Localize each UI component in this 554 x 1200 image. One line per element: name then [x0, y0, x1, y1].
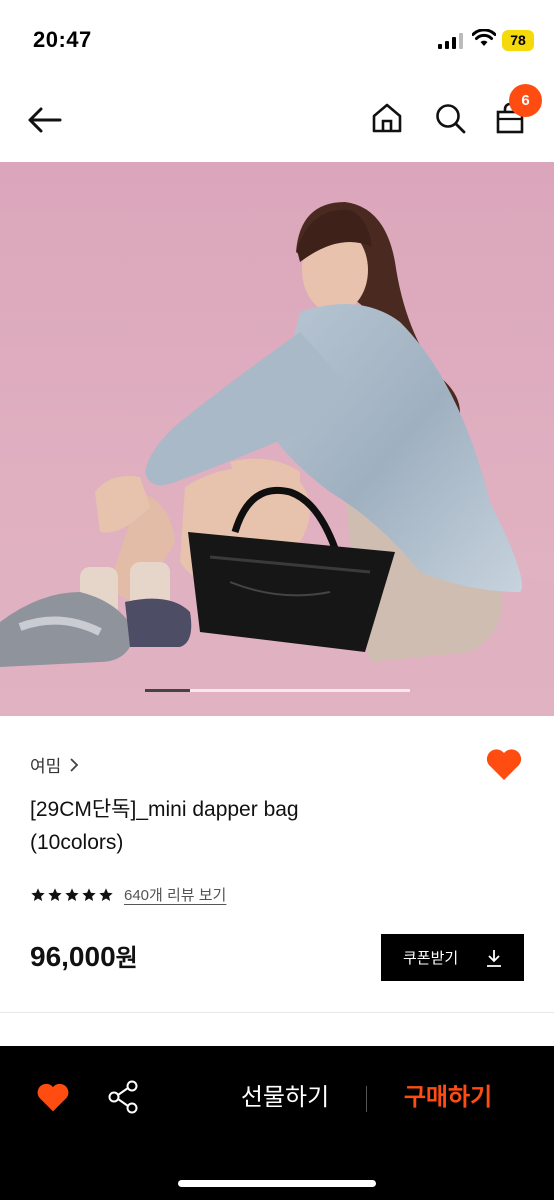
bottom-action-bar: 선물하기 구매하기 [0, 1046, 554, 1200]
share-icon [108, 1080, 138, 1114]
nav-bar [0, 80, 554, 162]
chevron-right-icon [70, 757, 79, 772]
product-photo [0, 162, 554, 716]
home-indicator[interactable] [178, 1180, 376, 1187]
product-title-line2: (10colors) [30, 831, 124, 854]
buy-button[interactable]: 구매하기 [388, 1078, 508, 1118]
share-button[interactable] [106, 1079, 142, 1115]
home-button[interactable] [365, 96, 409, 140]
coupon-button[interactable]: 쿠폰받기 [381, 934, 524, 981]
rating-row: 640개 리뷰 보기 [30, 884, 226, 905]
like-button[interactable] [484, 744, 524, 784]
heart-icon [486, 749, 522, 780]
battery-indicator: 78 [502, 30, 534, 51]
coupon-label: 쿠폰받기 [403, 950, 459, 967]
cart-count-badge: 6 [509, 84, 542, 117]
brand-link[interactable]: 여밈 [30, 752, 79, 777]
download-icon [487, 949, 501, 967]
search-button[interactable] [428, 96, 472, 140]
status-bar: 20:47 78 [0, 0, 554, 80]
star-icon [82, 887, 96, 901]
bottom-like-button[interactable] [35, 1079, 71, 1115]
carousel-progress [145, 689, 410, 692]
signal-icon [438, 33, 463, 49]
product-title: [29CM단독]_mini dapper bag (10colors) [30, 793, 450, 859]
review-link[interactable]: 640개 리뷰 보기 [124, 884, 226, 905]
search-icon [436, 104, 466, 134]
brand-name: 여밈 [30, 757, 62, 776]
price-value: 96,000 [30, 941, 116, 972]
star-icon [31, 887, 45, 901]
gift-button[interactable]: 선물하기 [225, 1078, 345, 1118]
wifi-icon [472, 29, 496, 46]
price-unit: 원 [115, 945, 138, 972]
star-icon [65, 887, 79, 901]
home-icon [372, 103, 402, 133]
star-icon [99, 887, 113, 901]
price: 96,000 원 [30, 938, 138, 973]
section-divider [0, 1012, 554, 1013]
bar-separator [366, 1086, 367, 1112]
arrow-left-icon [28, 107, 62, 133]
rating-stars [30, 887, 114, 903]
carousel-progress-fill [145, 689, 191, 692]
status-time: 20:47 [33, 27, 92, 52]
product-title-line1: [29CM단독]_mini dapper bag [30, 798, 299, 821]
star-icon [48, 887, 62, 901]
back-button[interactable] [22, 98, 66, 142]
product-image-carousel[interactable] [0, 162, 554, 716]
heart-icon [37, 1083, 69, 1112]
